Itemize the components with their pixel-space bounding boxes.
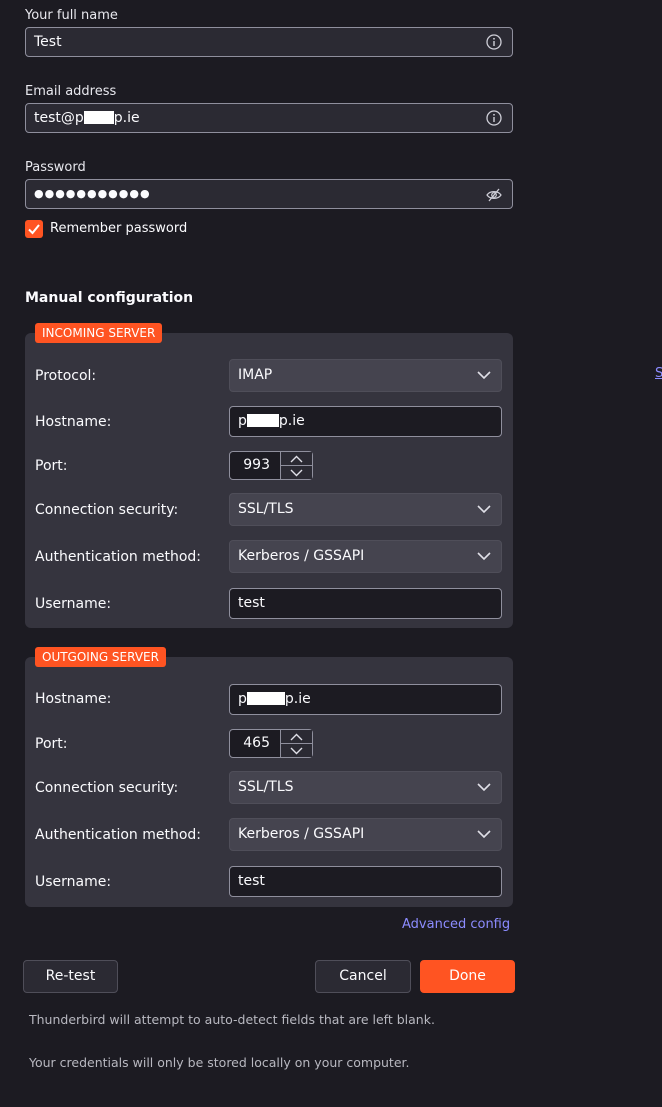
incoming-auth-select[interactable]: Kerberos / GSSAPI — [229, 540, 502, 573]
incoming-security-select[interactable]: SSL/TLS — [229, 493, 502, 526]
side-link-fragment[interactable]: S — [655, 366, 662, 381]
incoming-username-value: test — [238, 595, 265, 611]
email-prefix: test@p — [34, 110, 84, 126]
redaction-block — [83, 111, 114, 124]
outgoing-hostname-suffix: p.ie — [284, 691, 311, 707]
chevron-down-icon — [477, 552, 491, 561]
retest-button[interactable]: Re-test — [23, 960, 118, 993]
incoming-server-badge: INCOMING SERVER — [35, 323, 163, 343]
incoming-port-value: 993 — [243, 457, 270, 473]
credentials-note: Your credentials will only be stored loc… — [29, 1055, 410, 1070]
outgoing-port-value: 465 — [243, 735, 270, 751]
manual-config-title: Manual configuration — [25, 290, 194, 306]
password-label: Password — [25, 160, 86, 175]
autodetect-note: Thunderbird will attempt to auto-detect … — [29, 1012, 435, 1027]
redaction-block — [246, 414, 279, 427]
outgoing-auth-label: Authentication method: — [35, 827, 202, 843]
outgoing-hostname-input[interactable]: p p.ie — [229, 684, 502, 715]
chevron-down-icon — [290, 469, 303, 477]
incoming-hostname-suffix: p.ie — [278, 413, 305, 429]
outgoing-username-input[interactable]: test — [229, 866, 502, 897]
info-icon[interactable] — [486, 34, 502, 50]
password-input[interactable]: ●●●●●●●●●●● — [25, 179, 513, 209]
email-suffix: p.ie — [113, 110, 140, 126]
port-spinner — [280, 452, 312, 479]
outgoing-auth-select[interactable]: Kerberos / GSSAPI — [229, 818, 502, 851]
protocol-select[interactable]: IMAP — [229, 359, 502, 392]
chevron-down-icon — [477, 371, 491, 380]
protocol-value: IMAP — [238, 367, 273, 383]
remember-password-label[interactable]: Remember password — [50, 221, 187, 236]
incoming-hostname-input[interactable]: p p.ie — [229, 406, 502, 437]
chevron-down-icon — [477, 505, 491, 514]
outgoing-username-value: test — [238, 873, 265, 889]
remember-password-checkbox[interactable] — [25, 220, 43, 238]
outgoing-username-label: Username: — [35, 874, 112, 890]
outgoing-security-label: Connection security: — [35, 780, 179, 796]
port-decrement-button[interactable] — [281, 466, 312, 479]
full-name-value: Test — [34, 34, 62, 50]
chevron-down-icon — [477, 783, 491, 792]
redaction-block — [246, 692, 285, 705]
full-name-label: Your full name — [25, 8, 118, 23]
email-label: Email address — [25, 84, 117, 99]
outgoing-hostname-prefix: p — [238, 691, 247, 707]
outgoing-port-label: Port: — [35, 736, 68, 752]
email-input[interactable]: test@p p.ie — [25, 103, 513, 133]
incoming-security-label: Connection security: — [35, 502, 179, 518]
port-decrement-button[interactable] — [281, 744, 312, 757]
password-value: ●●●●●●●●●●● — [34, 187, 151, 200]
incoming-username-input[interactable]: test — [229, 588, 502, 619]
hide-password-icon[interactable] — [486, 187, 502, 203]
incoming-port-label: Port: — [35, 458, 68, 474]
chevron-down-icon — [290, 747, 303, 755]
cancel-button[interactable]: Cancel — [315, 960, 411, 993]
port-increment-button[interactable] — [281, 452, 312, 466]
protocol-label: Protocol: — [35, 368, 97, 384]
done-button[interactable]: Done — [420, 960, 515, 993]
outgoing-security-select[interactable]: SSL/TLS — [229, 771, 502, 804]
outgoing-hostname-label: Hostname: — [35, 691, 112, 707]
full-name-input[interactable]: Test — [25, 27, 513, 57]
incoming-security-value: SSL/TLS — [238, 501, 294, 517]
incoming-auth-value: Kerberos / GSSAPI — [238, 548, 365, 564]
port-spinner — [280, 730, 312, 757]
outgoing-port-stepper[interactable]: 465 — [229, 729, 313, 758]
chevron-up-icon — [290, 455, 303, 463]
chevron-up-icon — [290, 733, 303, 741]
incoming-auth-label: Authentication method: — [35, 549, 202, 565]
outgoing-server-badge: OUTGOING SERVER — [35, 647, 166, 667]
incoming-username-label: Username: — [35, 596, 112, 612]
chevron-down-icon — [477, 830, 491, 839]
checkmark-icon — [28, 224, 40, 235]
info-icon[interactable] — [486, 110, 502, 126]
outgoing-auth-value: Kerberos / GSSAPI — [238, 826, 365, 842]
port-increment-button[interactable] — [281, 730, 312, 744]
incoming-hostname-label: Hostname: — [35, 414, 112, 430]
incoming-hostname-prefix: p — [238, 413, 247, 429]
advanced-config-link[interactable]: Advanced config — [402, 917, 510, 932]
incoming-port-stepper[interactable]: 993 — [229, 451, 313, 480]
outgoing-security-value: SSL/TLS — [238, 779, 294, 795]
